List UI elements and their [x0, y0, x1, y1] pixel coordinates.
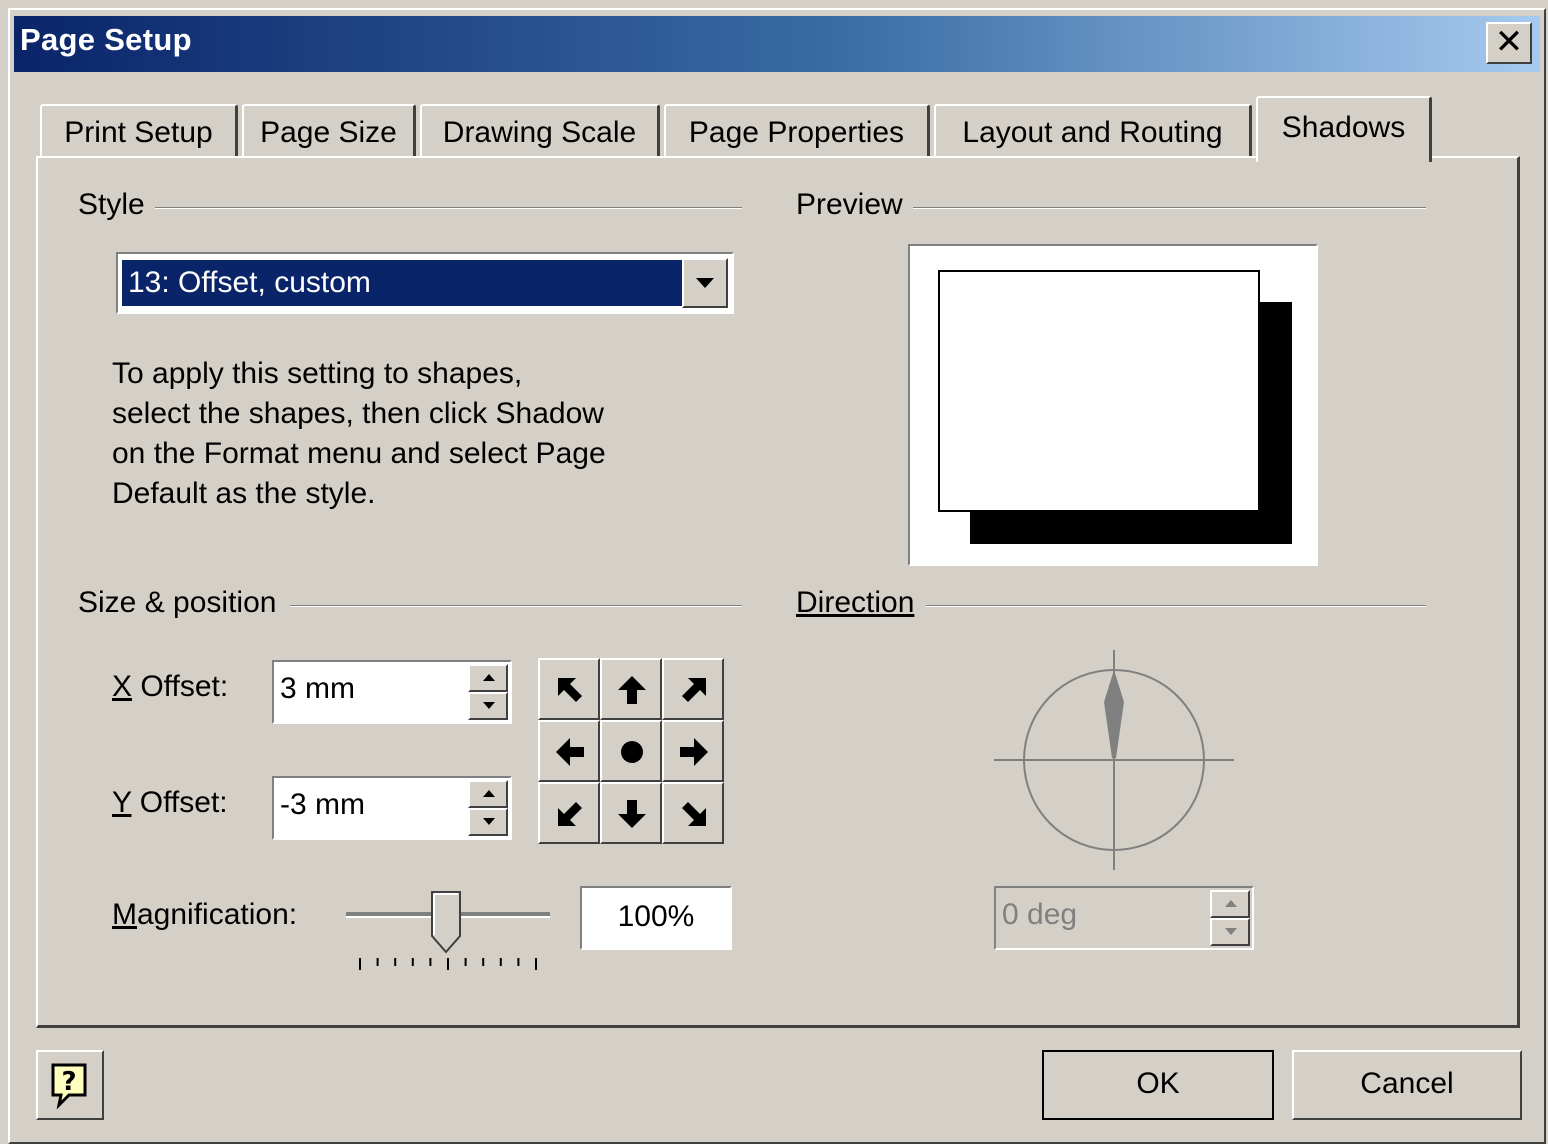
arrow-up-icon: [618, 676, 646, 704]
y-offset-down-button[interactable]: [468, 808, 508, 836]
x-offset-field[interactable]: 3 mm: [272, 660, 512, 724]
tab-print-setup[interactable]: Print Setup: [40, 104, 238, 158]
x-offset-down-button[interactable]: [468, 692, 508, 720]
y-offset-spinner[interactable]: [468, 780, 508, 836]
style-select[interactable]: 13: Offset, custom: [116, 252, 734, 314]
spin-up-icon: [483, 790, 495, 797]
help-line: To apply this setting to shapes,: [112, 357, 523, 390]
tab-drawing-scale[interactable]: Drawing Scale: [420, 104, 660, 158]
offset-down-button[interactable]: [600, 782, 662, 844]
window-title: Page Setup: [20, 22, 192, 57]
arrow-down-right-icon: [682, 802, 706, 826]
x-offset-spinner[interactable]: [468, 664, 508, 720]
tab-page-size[interactable]: Page Size: [242, 104, 416, 158]
tab-label: Layout and Routing: [962, 116, 1223, 149]
help-line: on the Format menu and select Page: [112, 437, 606, 470]
close-button[interactable]: ✕: [1486, 22, 1532, 64]
help-button[interactable]: ?: [36, 1050, 104, 1120]
tab-label: Drawing Scale: [442, 116, 637, 149]
spin-down-icon: [1225, 928, 1237, 935]
offset-direction-buttons: [538, 658, 724, 848]
magnification-slider[interactable]: [340, 886, 556, 976]
ok-button[interactable]: OK: [1042, 1050, 1274, 1120]
tab-label: Print Setup: [64, 116, 213, 149]
magnification-slider-thumb[interactable]: [431, 891, 461, 954]
offset-down-left-button[interactable]: [538, 782, 600, 844]
help-line: Default as the style.: [112, 477, 376, 510]
direction-label: Direction: [796, 586, 915, 619]
arrow-up-right-icon: [682, 678, 706, 702]
style-dropdown-button[interactable]: [682, 258, 728, 308]
offset-up-button[interactable]: [600, 658, 662, 720]
direction-angle-spinner: [1210, 890, 1250, 946]
preview-group-label: Preview: [796, 188, 913, 222]
spin-up-icon: [1225, 900, 1237, 907]
offset-center-button[interactable]: [600, 720, 662, 782]
tab-label: Page Size: [260, 116, 397, 149]
direction-down-button: [1210, 918, 1250, 946]
dot-icon: [621, 741, 643, 763]
tab-label: Shadows: [1281, 111, 1406, 144]
direction-dial: [990, 648, 1238, 874]
offset-up-right-button[interactable]: [662, 658, 724, 720]
preview-shape: [938, 270, 1260, 512]
compass-icon: [994, 650, 1234, 870]
magnification-field[interactable]: 100%: [580, 886, 732, 950]
chevron-down-icon: [696, 278, 714, 288]
preview-group-line: [910, 207, 1426, 209]
x-offset-label: X Offset:: [112, 670, 229, 703]
shadow-preview: [908, 244, 1318, 566]
direction-group-line: [926, 605, 1426, 607]
arrow-down-icon: [618, 800, 646, 828]
spin-up-icon: [483, 674, 495, 681]
direction-group-label: Direction: [796, 586, 925, 620]
arrow-left-icon: [556, 738, 584, 766]
tab-page-properties[interactable]: Page Properties: [664, 104, 930, 158]
help-line: select the shapes, then click Shadow: [112, 397, 604, 430]
tab-layout-and-routing[interactable]: Layout and Routing: [934, 104, 1252, 158]
direction-angle-value: 0 deg: [1002, 898, 1078, 931]
help-glyph: ?: [61, 1067, 76, 1097]
x-offset-up-button[interactable]: [468, 664, 508, 692]
offset-left-button[interactable]: [538, 720, 600, 782]
size-position-group-line: [290, 605, 742, 607]
style-help-text: To apply this setting to shapes, select …: [112, 354, 712, 514]
style-group-line: [150, 207, 742, 209]
tab-shadows[interactable]: Shadows: [1256, 96, 1432, 162]
y-offset-value: -3 mm: [280, 788, 365, 821]
y-offset-field[interactable]: -3 mm: [272, 776, 512, 840]
offset-up-left-button[interactable]: [538, 658, 600, 720]
x-offset-value: 3 mm: [280, 672, 355, 705]
title-bar: [14, 16, 1540, 72]
arrow-right-icon: [680, 738, 708, 766]
help-icon: ?: [51, 1063, 87, 1109]
magnification-label: Magnification:: [112, 898, 298, 931]
spin-down-icon: [483, 702, 495, 709]
arrow-down-left-icon: [558, 802, 582, 826]
offset-right-button[interactable]: [662, 720, 724, 782]
y-offset-up-button[interactable]: [468, 780, 508, 808]
cancel-button[interactable]: Cancel: [1292, 1050, 1522, 1120]
arrow-up-left-icon: [558, 678, 582, 702]
direction-angle-field: 0 deg: [994, 886, 1254, 950]
spin-down-icon: [483, 818, 495, 825]
y-offset-label: Y Offset:: [112, 786, 228, 819]
direction-up-button: [1210, 890, 1250, 918]
magnification-slider-track: [346, 891, 550, 970]
offset-down-right-button[interactable]: [662, 782, 724, 844]
size-position-group-label: Size & position: [78, 586, 287, 620]
style-selected-value: 13: Offset, custom: [121, 259, 685, 307]
tab-label: Page Properties: [688, 116, 905, 149]
close-icon: ✕: [1494, 22, 1524, 62]
style-group-label: Style: [78, 188, 155, 222]
